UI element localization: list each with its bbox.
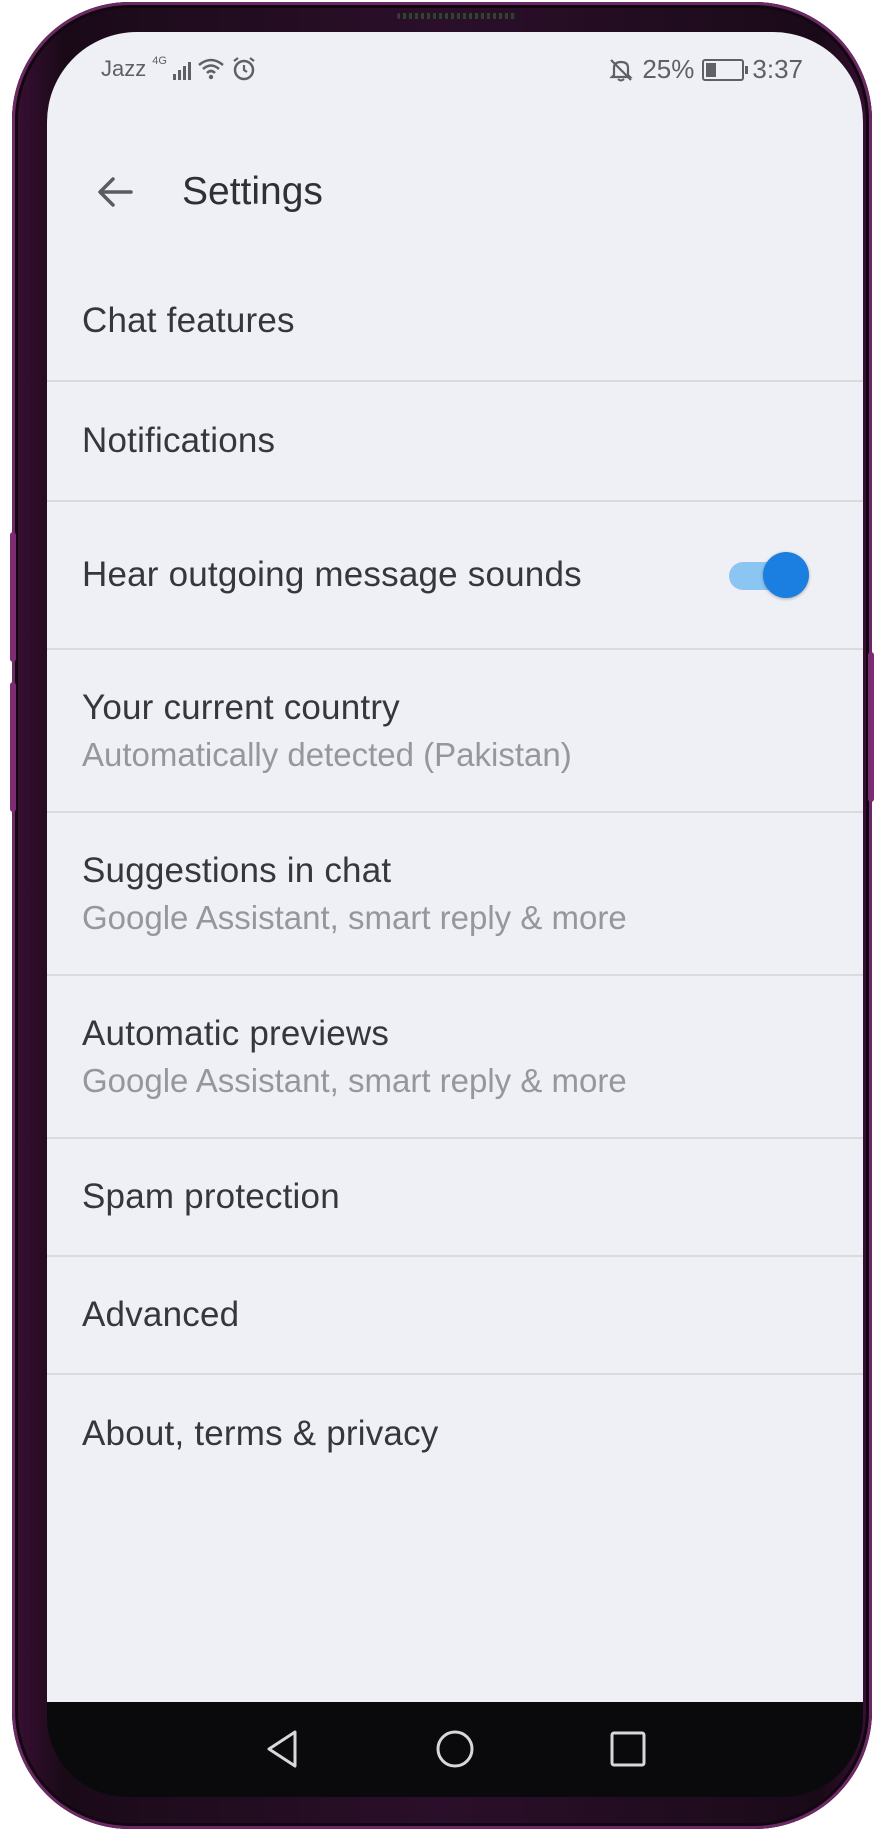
outgoing-sounds-toggle[interactable] [729,552,809,598]
settings-item-suggestions[interactable]: Suggestions in chat Google Assistant, sm… [47,813,863,976]
toggle-knob [763,552,809,598]
nav-recents-icon[interactable] [603,1724,653,1774]
settings-item-automatic-previews[interactable]: Automatic previews Google Assistant, sma… [47,976,863,1139]
settings-item-current-country[interactable]: Your current country Automatically detec… [47,650,863,813]
settings-item-title: Hear outgoing message sounds [82,555,582,594]
status-bar: Jazz 4G 25% 3:37 [47,32,863,102]
app-bar: Settings [47,132,863,262]
settings-list: Chat features Notifications Hear outgoin… [47,262,863,1493]
arrow-back-icon[interactable] [87,164,143,220]
navigation-bar [47,1702,863,1797]
settings-item-title: About, terms & privacy [82,1414,439,1453]
page-title: Settings [182,170,323,213]
settings-item-title: Your current country [82,688,400,727]
settings-item-subtitle: Automatically detected (Pakistan) [82,736,572,773]
settings-item-notifications[interactable]: Notifications [47,382,863,502]
settings-item-title: Chat features [82,301,295,340]
settings-item-title: Advanced [82,1295,240,1334]
settings-item-about[interactable]: About, terms & privacy [47,1375,863,1493]
signal-icon [172,58,191,80]
settings-item-outgoing-sounds[interactable]: Hear outgoing message sounds [47,502,863,650]
settings-item-chat-features[interactable]: Chat features [47,262,863,382]
wifi-icon [198,58,224,80]
settings-item-subtitle: Google Assistant, smart reply & more [82,899,627,936]
earpiece-speaker [397,13,517,19]
phone-frame: Jazz 4G 25% 3:37 Settings Chat features … [10,2,874,1829]
volume-button [10,682,16,812]
nav-home-icon[interactable] [430,1724,480,1774]
nav-back-icon[interactable] [257,1724,307,1774]
network-type: 4G [152,55,167,67]
settings-item-title: Spam protection [82,1177,340,1216]
carrier-label: Jazz [101,56,147,81]
settings-item-title: Automatic previews [82,1014,390,1053]
battery-icon [702,58,749,81]
settings-item-subtitle: Google Assistant, smart reply & more [82,1062,627,1099]
alarm-icon [233,57,255,81]
battery-percent: 25% [642,54,695,84]
screen: Jazz 4G 25% 3:37 Settings Chat features … [47,32,863,1702]
settings-item-title: Suggestions in chat [82,851,392,890]
clock: 3:37 [752,54,803,84]
volume-button [10,532,16,662]
settings-item-spam-protection[interactable]: Spam protection [47,1139,863,1257]
power-button [868,652,874,802]
bell-off-icon [609,58,633,81]
settings-item-title: Notifications [82,421,276,460]
settings-item-advanced[interactable]: Advanced [47,1257,863,1375]
